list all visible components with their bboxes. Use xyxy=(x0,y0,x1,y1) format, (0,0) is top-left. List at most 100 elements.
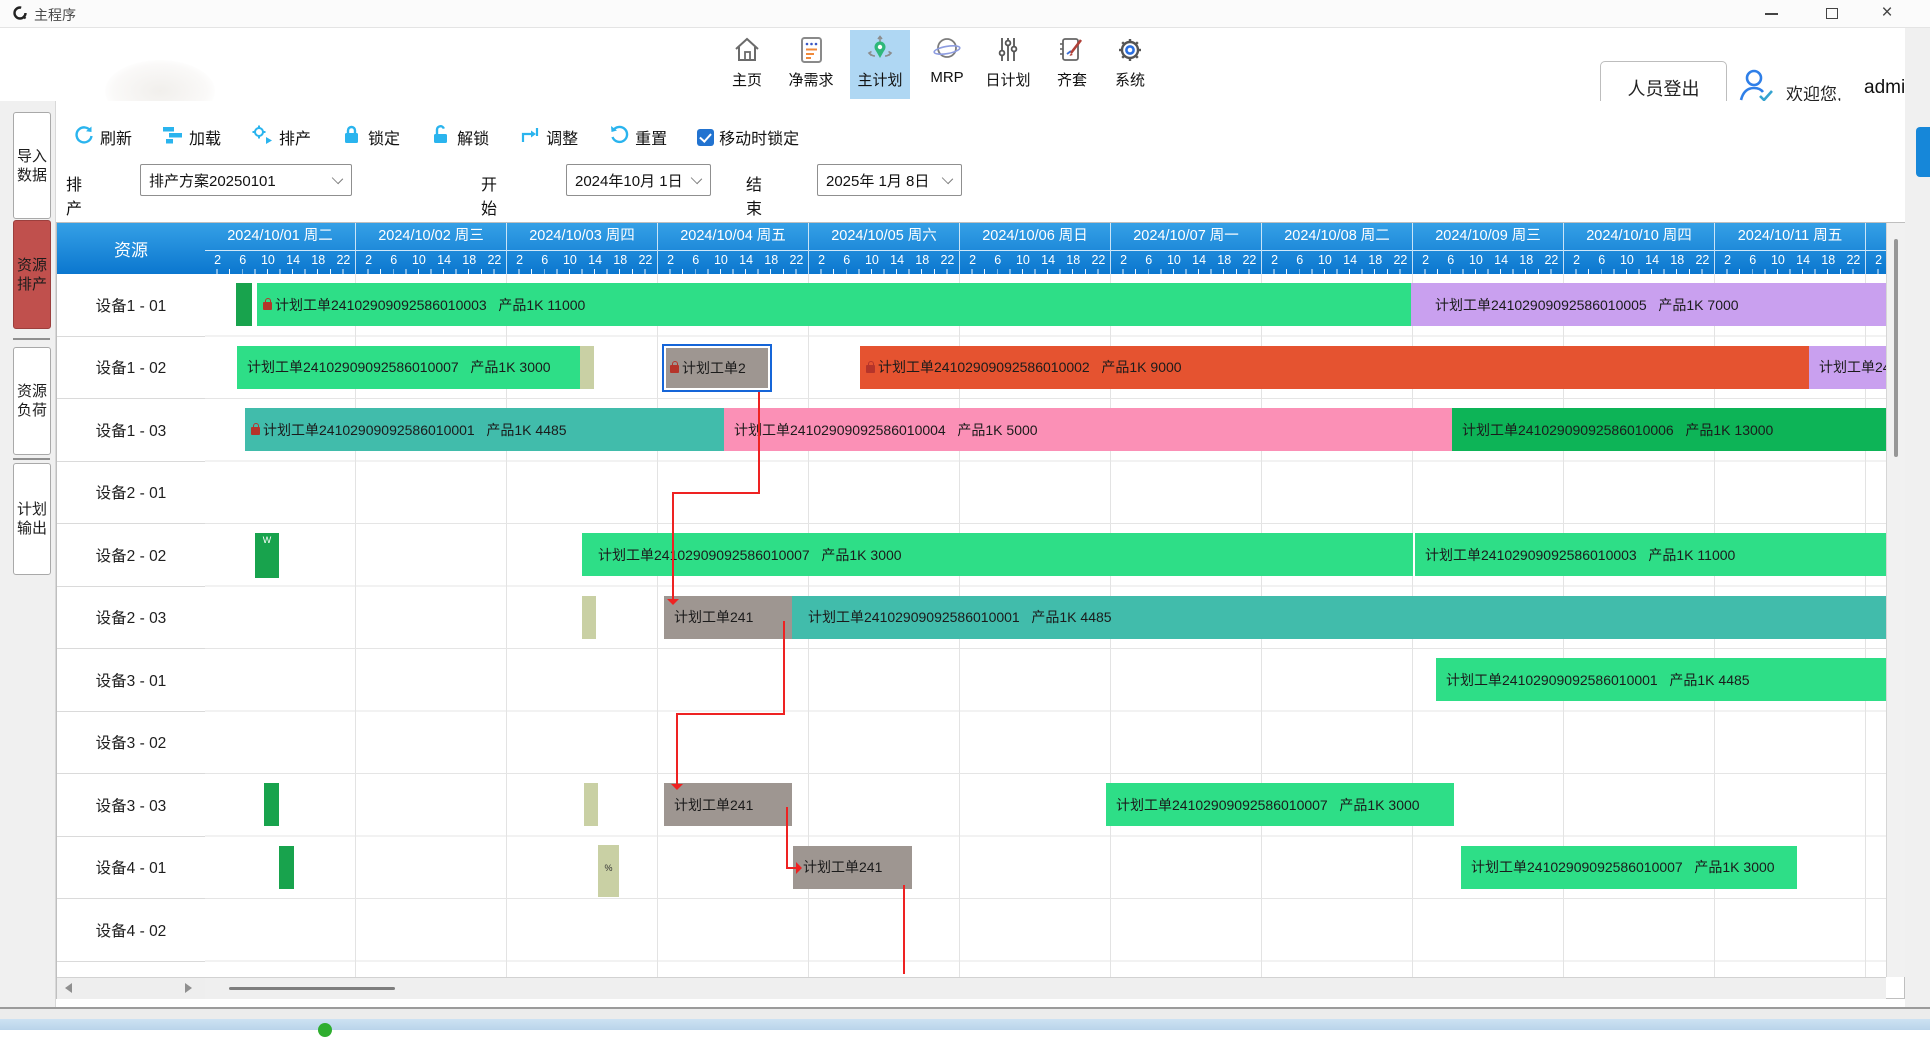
gantt-bar[interactable]: 计划工单241 xyxy=(664,596,792,639)
hour-label: 10 xyxy=(714,253,728,267)
scroll-left-arrow[interactable] xyxy=(65,983,72,993)
gantt-bar-label: 计划工单24102909092586010001 产品1K 4485 xyxy=(1436,670,1750,690)
sidebar-tab-import-data[interactable]: 导入数据 xyxy=(13,112,51,219)
hour-label: 22 xyxy=(789,253,803,267)
gantt-bar[interactable]: 计划工单24102909092586010007 产品1K 3000 xyxy=(582,533,1413,576)
hour-label: 6 xyxy=(1746,253,1760,267)
hour-label: 18 xyxy=(1368,253,1382,267)
gantt-bar[interactable]: 计划工单24102909092586010001 产品1K 4485 xyxy=(1436,658,1886,701)
gantt-bar[interactable]: 计划工单24102909092586010002 产品1K 9000 xyxy=(860,346,1809,389)
taskbar-edge xyxy=(0,1019,1930,1030)
nav-item-net-demand[interactable]: 净需求 xyxy=(781,30,841,99)
day-header-cell: 20242610141822 xyxy=(1866,223,1886,274)
sidebar-tab-plan-output[interactable]: 计划输出 xyxy=(13,463,51,575)
nav-item-mrp[interactable]: MRP xyxy=(917,30,977,99)
hour-label: 10 xyxy=(261,253,275,267)
connector-line xyxy=(672,492,760,494)
move-lock-toggle[interactable]: 移动时锁定 xyxy=(697,125,799,149)
gantt-bar[interactable]: 计划工单24102909092586010003 产品1K 11000 xyxy=(257,283,1411,326)
horizontal-scrollbar-thumb[interactable] xyxy=(229,987,395,990)
day-label: 2024/10/01 周二 xyxy=(205,223,355,251)
hour-label: 6 xyxy=(387,253,401,267)
gantt-bar[interactable]: 计划工单24102909092586010006 产品1K 13000 xyxy=(1452,408,1886,451)
sidebar-tab-resource-scheduling[interactable]: 资源排产 xyxy=(13,220,51,329)
schedule-button[interactable]: 排产 xyxy=(251,124,311,151)
reset-button[interactable]: 重置 xyxy=(608,124,667,151)
resource-label: 设备4 - 01 xyxy=(57,837,205,900)
hour-label: 14 xyxy=(739,253,753,267)
plan-select[interactable]: 排产方案20250101 xyxy=(140,164,352,196)
hour-label: 10 xyxy=(1620,253,1634,267)
gantt-bar[interactable]: W xyxy=(255,533,279,578)
nav-item-daily-plan[interactable]: 日计划 xyxy=(978,30,1038,99)
gantt-bar-label: 计划工单24102909092586010001 产品1K 4485 xyxy=(260,420,567,440)
hour-label: 2 xyxy=(1570,253,1584,267)
gantt-bar[interactable]: 计划工单24 xyxy=(1809,346,1886,389)
day-header-cell: 2024/10/05 周六2610141822 xyxy=(809,223,960,274)
lock-icon xyxy=(251,427,260,435)
gantt-bar[interactable]: 计划工单24102909092586010001 产品1K 4485 xyxy=(245,408,724,451)
hour-label: 10 xyxy=(563,253,577,267)
lock-button[interactable]: 锁定 xyxy=(341,124,400,151)
minimize-button[interactable] xyxy=(1748,0,1794,26)
lock-icon xyxy=(866,365,875,373)
refresh-button[interactable]: 刷新 xyxy=(73,124,132,151)
move-lock-checkbox[interactable] xyxy=(697,129,714,146)
day-label: 2024/10/05 周六 xyxy=(809,223,959,251)
resource-column-header: 资源 xyxy=(57,223,206,274)
adjust-button[interactable]: 调整 xyxy=(519,124,578,151)
resource-column: 设备1 - 01设备1 - 02设备1 - 03设备2 - 01设备2 - 02… xyxy=(57,274,206,977)
gantt-bar[interactable]: 计划工单24102909092586010007 产品1K 3000 xyxy=(237,346,580,389)
sidebar-tab-resource-load[interactable]: 资源负荷 xyxy=(13,347,51,455)
connector-line xyxy=(758,392,760,494)
home-icon xyxy=(717,35,777,71)
gantt-bar[interactable]: 计划工单24102909092586010005 产品1K 7000 xyxy=(1411,283,1886,326)
gantt-bar[interactable]: 计划工单24102909092586010001 产品1K 4485 xyxy=(792,596,1886,639)
gantt-bar-label: 计划工单24102909092586010007 产品1K 3000 xyxy=(1461,857,1775,877)
reset-icon xyxy=(608,124,630,151)
gantt-bar[interactable]: 计划工单24102909092586010003 产品1K 11000 xyxy=(1415,533,1886,576)
gantt-bar[interactable] xyxy=(236,283,252,326)
hour-label: 6 xyxy=(991,253,1005,267)
connector-arrow xyxy=(671,784,683,790)
connector-arrow xyxy=(667,599,679,605)
gantt-bar[interactable] xyxy=(580,346,594,389)
resource-column-scrollbar[interactable] xyxy=(57,977,206,999)
end-time-select[interactable]: 2025年 1月 8日 xyxy=(817,164,962,196)
connector-line xyxy=(676,713,678,787)
window-title: 主程序 xyxy=(34,5,76,25)
gantt-bar[interactable] xyxy=(264,783,279,826)
gantt-bar[interactable]: 计划工单24102909092586010007 产品1K 3000 xyxy=(1106,783,1454,826)
nav-item-master-plan[interactable]: 主计划 xyxy=(850,30,910,99)
load-button[interactable]: 加载 xyxy=(162,124,221,151)
horizontal-scrollbar[interactable] xyxy=(205,977,1886,999)
nav-item-kitting[interactable]: 齐套 xyxy=(1042,30,1102,99)
gantt-bar[interactable]: 计划工单241 xyxy=(793,846,912,889)
nav-item-system[interactable]: 系统 xyxy=(1100,30,1160,99)
hour-label: 6 xyxy=(236,253,250,267)
gantt-bar[interactable] xyxy=(584,783,598,826)
gantt-bar[interactable]: 计划工单24102909092586010007 产品1K 3000 xyxy=(1461,846,1797,889)
edge-panel-chip[interactable] xyxy=(1916,127,1930,177)
hour-label: 14 xyxy=(1796,253,1810,267)
title-bar: 主程序 × xyxy=(0,0,1930,28)
scroll-right-arrow[interactable] xyxy=(185,983,192,993)
nav-item-home[interactable]: 主页 xyxy=(717,30,777,99)
hour-label: 2 xyxy=(815,253,829,267)
unlock-button[interactable]: 解锁 xyxy=(430,124,489,151)
hour-label: 14 xyxy=(437,253,451,267)
maximize-button[interactable] xyxy=(1808,0,1854,26)
schedule-icon xyxy=(251,124,274,151)
gantt-bar[interactable]: 计划工单2 xyxy=(662,344,772,392)
close-button[interactable]: × xyxy=(1864,0,1910,26)
hour-label: 10 xyxy=(1016,253,1030,267)
gantt-bar[interactable] xyxy=(582,596,596,639)
gantt-bar[interactable]: 计划工单241 xyxy=(664,783,792,826)
gantt-bar-label: 计划工单24102909092586010001 产品1K 4485 xyxy=(792,607,1112,627)
vertical-scrollbar-thumb[interactable] xyxy=(1894,239,1898,457)
start-time-select[interactable]: 2024年10月 1日 xyxy=(566,164,711,196)
gantt-bar[interactable]: 计划工单24102909092586010004 产品1K 5000 xyxy=(724,408,1452,451)
gantt-bar[interactable] xyxy=(279,846,294,889)
gantt-bar[interactable]: % xyxy=(598,845,619,897)
vertical-scrollbar[interactable] xyxy=(1886,223,1905,977)
